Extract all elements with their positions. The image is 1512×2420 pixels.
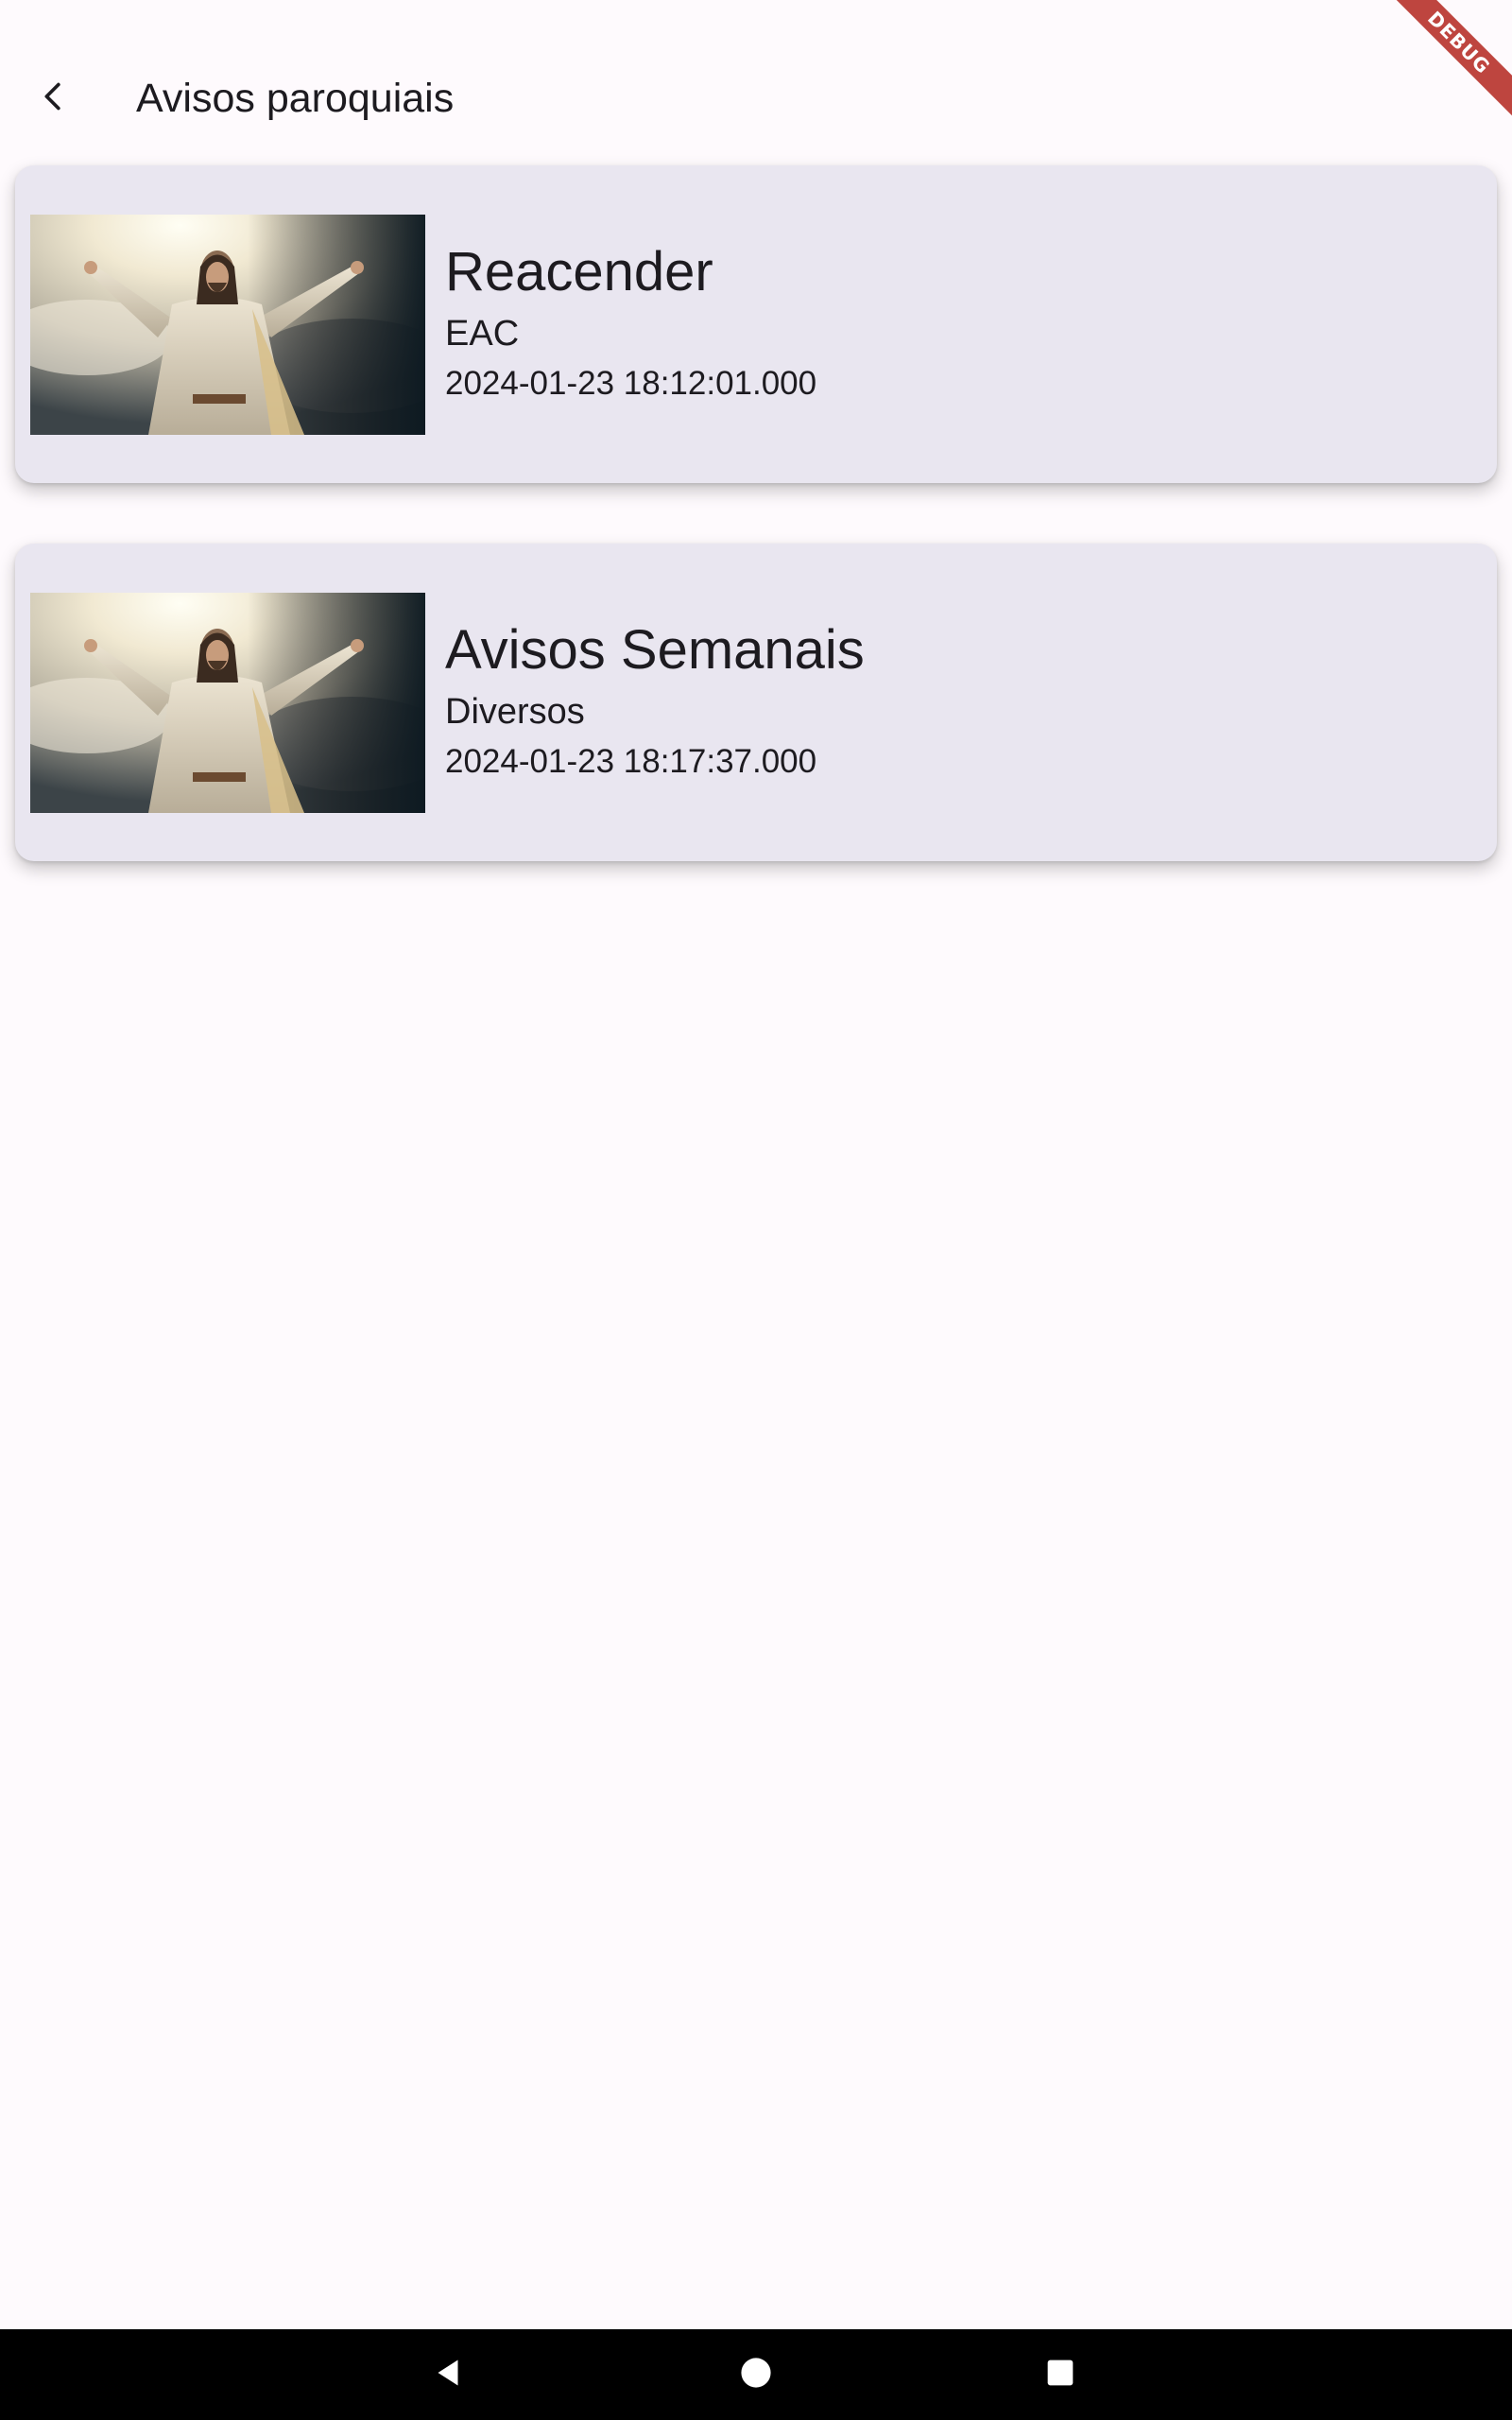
notice-text: Avisos Semanais Diversos 2024-01-23 18:1… xyxy=(445,617,865,784)
page-title: Avisos paroquiais xyxy=(136,76,455,121)
nav-back-button[interactable] xyxy=(418,2344,478,2405)
notice-text: Reacender EAC 2024-01-23 18:12:01.000 xyxy=(445,239,816,406)
system-navigation-bar xyxy=(0,2329,1512,2420)
notice-image xyxy=(30,593,425,813)
notice-card[interactable]: Reacender EAC 2024-01-23 18:12:01.000 xyxy=(15,165,1497,483)
notice-title: Reacender xyxy=(445,241,713,302)
notice-list: Reacender EAC 2024-01-23 18:12:01.000 Av… xyxy=(15,165,1497,922)
notice-date: 2024-01-23 18:17:37.000 xyxy=(445,743,817,780)
triangle-back-icon xyxy=(431,2356,465,2394)
notice-image xyxy=(30,215,425,435)
nav-recents-button[interactable] xyxy=(1030,2344,1091,2405)
back-button[interactable] xyxy=(15,60,91,136)
screen: DEBUG Avisos paroquiais Reacender EAC 20… xyxy=(0,0,1512,2420)
square-recents-icon xyxy=(1045,2358,1075,2393)
circle-home-icon xyxy=(740,2357,772,2394)
notice-date: 2024-01-23 18:12:01.000 xyxy=(445,365,817,402)
notice-subtitle: Diversos xyxy=(445,692,585,732)
notice-card[interactable]: Avisos Semanais Diversos 2024-01-23 18:1… xyxy=(15,544,1497,861)
chevron-left-icon xyxy=(34,78,72,120)
notice-subtitle: EAC xyxy=(445,314,520,354)
notice-title: Avisos Semanais xyxy=(445,619,865,681)
app-bar: Avisos paroquiais xyxy=(0,38,1512,159)
nav-home-button[interactable] xyxy=(726,2344,786,2405)
